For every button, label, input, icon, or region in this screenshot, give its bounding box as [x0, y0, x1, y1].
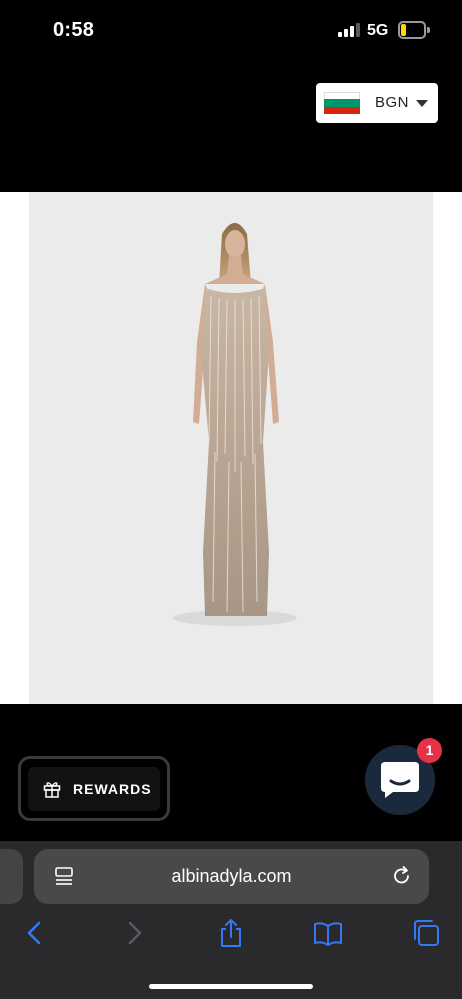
bookmarks-icon[interactable]: [313, 918, 343, 948]
flag-stripe-red: [324, 106, 360, 114]
flag-stripe-white: [324, 92, 360, 100]
rewards-widget: REWARDS: [18, 756, 170, 821]
model-gown-illustration: [173, 223, 297, 626]
tabs-icon[interactable]: [411, 918, 441, 948]
gift-icon: [43, 782, 61, 798]
currency-code: BGN: [375, 94, 410, 111]
flag-stripe-green: [324, 99, 360, 107]
back-icon[interactable]: [20, 918, 50, 948]
home-indicator: [149, 984, 313, 989]
product-image-area: [0, 192, 462, 704]
url-text: albinadyla.com: [171, 866, 292, 886]
signal-strength-icon: [338, 23, 360, 37]
network-type: 5G: [367, 22, 389, 39]
status-time: 0:58: [53, 19, 95, 41]
address-bar[interactable]: albinadyla.com: [34, 849, 429, 904]
chat-bubble-icon: [381, 762, 419, 798]
rewards-button[interactable]: REWARDS: [28, 767, 160, 811]
chat-notification-badge: 1: [417, 738, 442, 763]
chevron-down-icon: [416, 100, 428, 107]
forward-icon[interactable]: [119, 918, 149, 948]
browser-toolbar: albinadyla.com: [0, 841, 462, 999]
currency-selector[interactable]: BGN: [316, 83, 438, 123]
reload-icon[interactable]: [391, 865, 413, 887]
product-photo[interactable]: [29, 192, 433, 704]
battery-icon: [398, 21, 430, 39]
bulgaria-flag-icon: [324, 92, 360, 114]
rewards-label: REWARDS: [73, 781, 152, 797]
previous-tab-preview[interactable]: [0, 849, 23, 904]
share-icon[interactable]: [216, 918, 246, 948]
status-bar: 0:58 5G: [0, 0, 462, 62]
